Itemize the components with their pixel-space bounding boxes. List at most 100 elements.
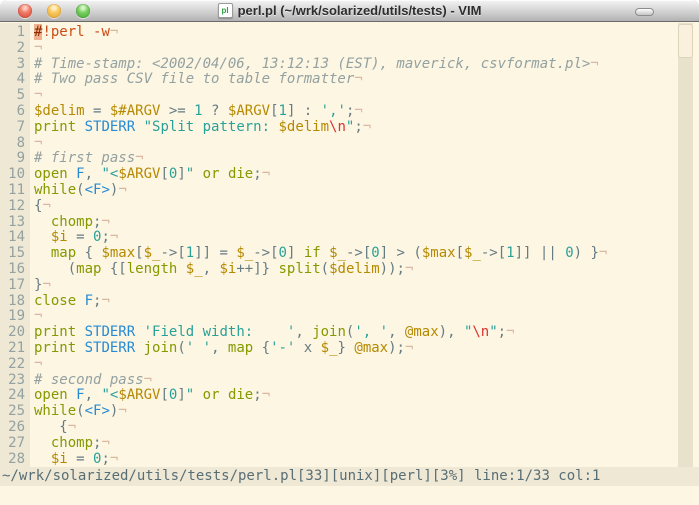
- code-token: 1: [506, 245, 515, 262]
- code-token: =: [67, 450, 94, 467]
- code-token: [: [160, 166, 169, 183]
- minimize-button[interactable]: [47, 4, 61, 18]
- code-line[interactable]: 7 print STDERR "Split pattern: $delim\n";…: [0, 118, 699, 136]
- line-number: 20: [8, 324, 25, 341]
- code-token: $max: [101, 245, 136, 262]
- line-number: 18: [8, 292, 25, 309]
- code-line[interactable]: 21 print STDERR join(' ', map {'-' x $_} …: [0, 339, 699, 357]
- code-line[interactable]: 20 print STDERR 'Field width: ', join(', …: [0, 324, 699, 341]
- code-token: $i: [50, 229, 68, 246]
- code-token: ,: [211, 339, 228, 356]
- title-bar[interactable]: pl perl.pl (~/wrk/solarized/utils/tests)…: [0, 0, 699, 22]
- code-line[interactable]: 13 chomp;¬: [0, 214, 699, 231]
- eol-marker: ¬: [135, 150, 144, 167]
- line-number: 12: [8, 197, 25, 214]
- code-line[interactable]: 28 $i = 0;¬: [0, 450, 699, 467]
- code-line[interactable]: 16 (map {[length $_, $i++]} split($delim…: [0, 261, 699, 278]
- code-token: # Time-stamp: <2002/04/06, 13:12:13 (EST…: [34, 55, 591, 72]
- line-number: 4: [16, 71, 25, 88]
- code-line[interactable]: 17}¬: [0, 277, 699, 294]
- code-token: <F>: [84, 181, 110, 198]
- code-token: join: [143, 339, 178, 356]
- code-token: \n: [472, 324, 490, 341]
- code-token: $delim: [278, 118, 330, 135]
- code-line[interactable]: 6 $delim = $#ARGV >= 1 ? $ARGV[1] : ',';¬: [0, 102, 699, 120]
- code-token: ) }: [573, 245, 599, 262]
- code-token: ;: [497, 324, 507, 341]
- document-proxy-icon[interactable]: pl: [217, 3, 233, 18]
- code-line[interactable]: 2 ¬: [0, 39, 699, 57]
- code-line[interactable]: 24 open F, "<$ARGV[0]" or die;¬: [0, 387, 699, 404]
- eol-marker: ¬: [109, 229, 119, 246]
- code-token: $ARGV: [118, 387, 161, 404]
- code-token: ]] =: [194, 245, 237, 262]
- code-token: # second pass: [34, 371, 144, 388]
- code-token: ' ': [185, 339, 212, 356]
- code-token: {: [253, 339, 271, 356]
- code-line[interactable]: 14 $i = 0;¬: [0, 229, 699, 246]
- code-token: );: [388, 339, 405, 356]
- code-line[interactable]: 11 while(<F>)¬: [0, 181, 699, 199]
- close-button[interactable]: [18, 4, 32, 18]
- eol-marker: ¬: [362, 118, 372, 135]
- code-token: print: [34, 324, 77, 341]
- code-line[interactable]: 4 # Two pass CSV file to table formatter¬: [0, 71, 699, 88]
- code-token: =: [84, 102, 110, 119]
- code-token: open: [34, 166, 68, 183]
- code-line[interactable]: 18 close F;¬: [0, 292, 699, 310]
- line-number: 2: [16, 39, 25, 56]
- zoom-button[interactable]: [76, 4, 90, 18]
- code-line[interactable]: 1 #!perl -w¬: [0, 24, 699, 41]
- code-line[interactable]: 26 {¬: [0, 419, 699, 436]
- code-token: (: [76, 403, 85, 420]
- code-token: ,: [295, 324, 313, 341]
- line-number: 24: [8, 387, 25, 404]
- code-line[interactable]: 10 open F, "<$ARGV[0]" or die;¬: [0, 166, 699, 183]
- code-token: >=: [160, 102, 195, 119]
- eol-marker: ¬: [34, 308, 43, 325]
- code-token: ,: [84, 166, 102, 183]
- code-line[interactable]: 3 # Time-stamp: <2002/04/06, 13:12:13 (ES…: [0, 55, 699, 73]
- eol-marker: ¬: [34, 355, 43, 372]
- code-token: <F>: [84, 403, 110, 420]
- code-line[interactable]: 23 # second pass¬: [0, 371, 699, 389]
- line-number: 15: [8, 245, 25, 262]
- code-token: ->[: [345, 245, 372, 262]
- code-line[interactable]: 5 ¬: [0, 87, 699, 104]
- code-line[interactable]: 9 # first pass¬: [0, 150, 699, 167]
- code-token: $#ARGV: [109, 102, 161, 119]
- eol-marker: ¬: [354, 102, 363, 119]
- status-line: ~/wrk/solarized/utils/tests/perl.pl[33][…: [0, 467, 699, 486]
- eol-marker: ¬: [34, 134, 43, 151]
- code-token: chomp: [50, 434, 94, 451]
- title-group: pl perl.pl (~/wrk/solarized/utils/tests)…: [217, 3, 481, 18]
- code-token: [: [135, 245, 144, 262]
- code-line[interactable]: 12 {¬: [0, 197, 699, 215]
- code-line[interactable]: 25 while(<F>)¬: [0, 403, 699, 420]
- code-token: ', ': [354, 324, 389, 341]
- code-token: 1: [185, 245, 195, 262]
- editor-area[interactable]: 1 #!perl -w¬ 2 ¬ 3 # Time-stamp: <2002/04/06,…: [0, 23, 699, 467]
- code-token: [: [455, 245, 465, 262]
- code-token: $_: [464, 245, 481, 262]
- code-token: $max: [421, 245, 456, 262]
- code-line[interactable]: 22 ¬: [0, 355, 699, 373]
- code-token: STDERR: [84, 118, 136, 135]
- code-token: ;: [253, 387, 262, 404]
- toolbar-toggle-button[interactable]: [635, 8, 654, 16]
- code-line[interactable]: 15 map { $max[$_->[1]] = $_->[0] if $_->…: [0, 245, 699, 262]
- code-token: # first pass: [34, 150, 136, 167]
- code-line[interactable]: 8 ¬: [0, 134, 699, 152]
- line-number: 7: [16, 118, 25, 135]
- code-line[interactable]: 27 chomp;¬: [0, 434, 699, 452]
- code-line[interactable]: 19 ¬: [0, 308, 699, 325]
